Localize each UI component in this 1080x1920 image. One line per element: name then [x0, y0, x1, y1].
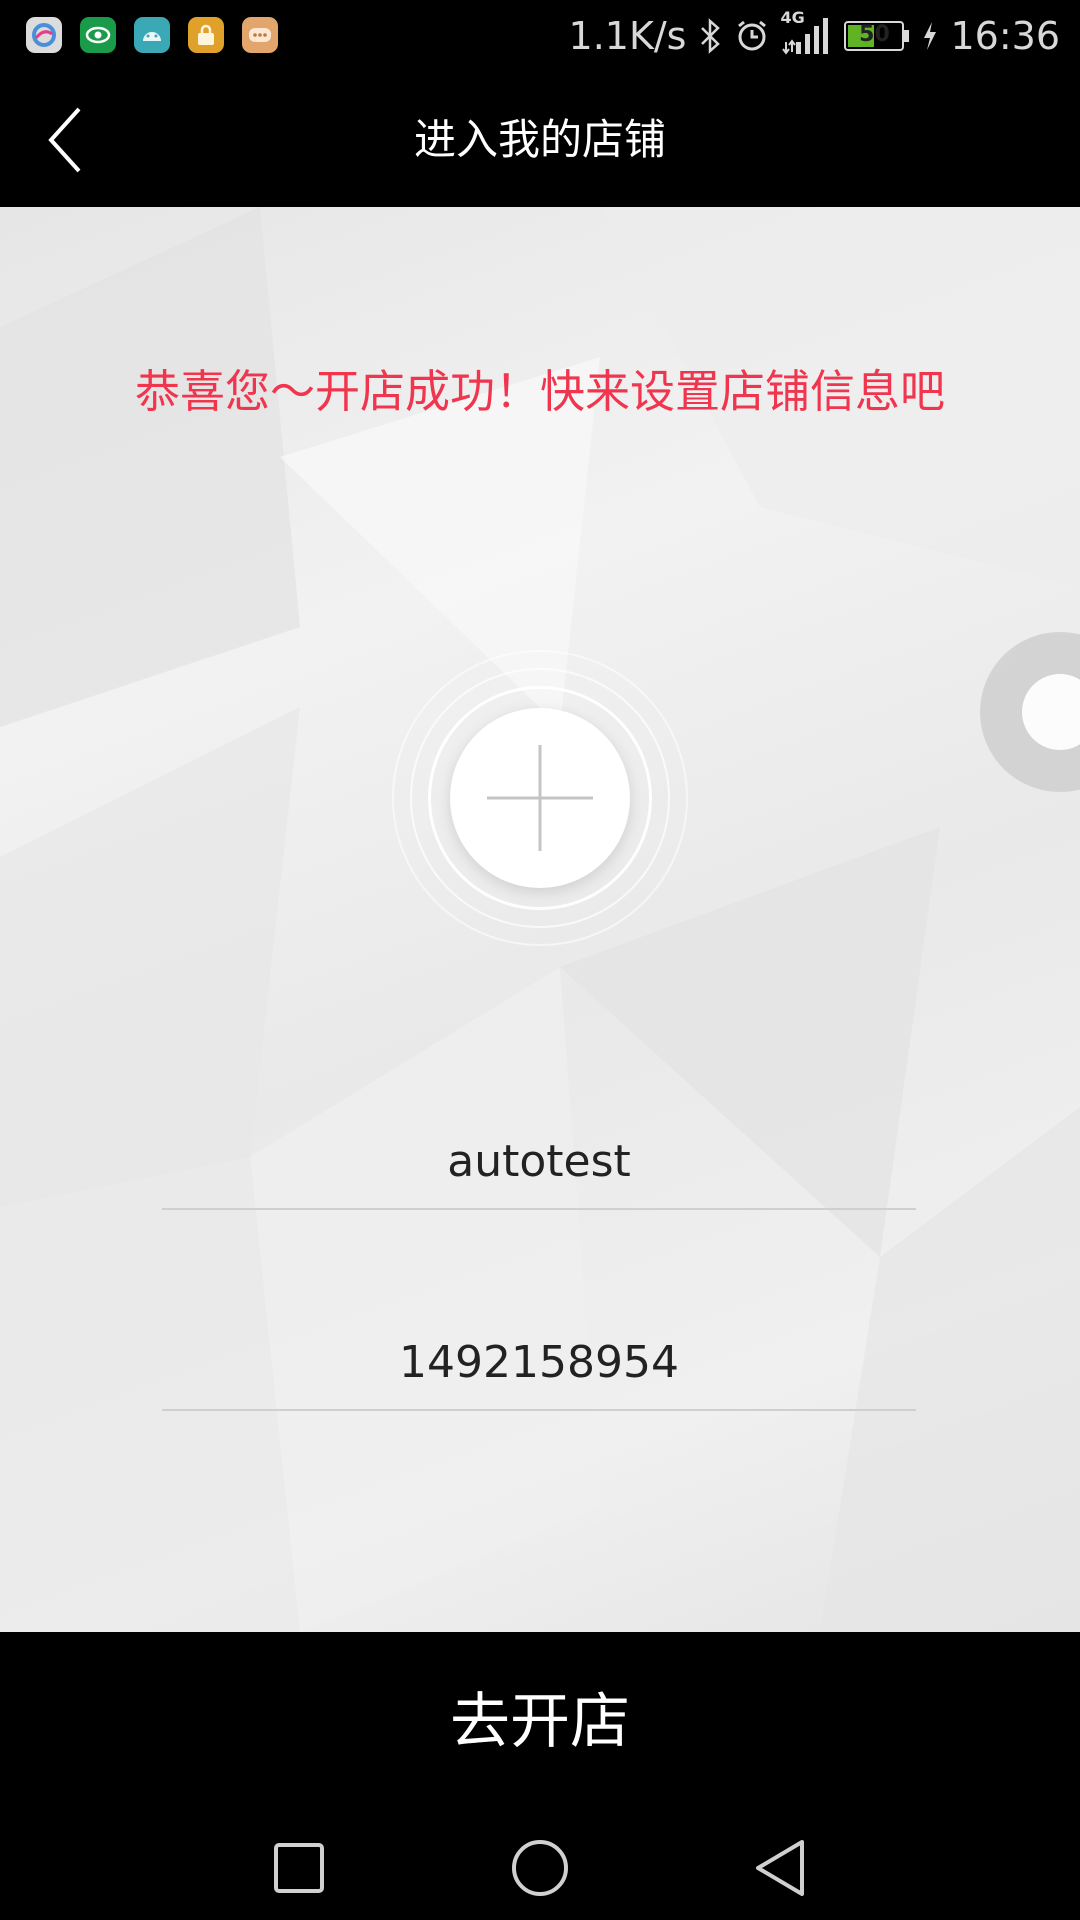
back-button[interactable] — [30, 98, 100, 182]
shop-name-field[interactable]: autotest — [162, 1114, 916, 1210]
top-bar: 进入我的店铺 — [0, 72, 1080, 207]
navigation-bar — [0, 1812, 1080, 1920]
chevron-left-icon — [48, 107, 81, 173]
status-bar: 1.1K/s 4G 50 16:36 — [0, 0, 1080, 72]
circle-icon — [512, 1840, 568, 1896]
eye-app-icon — [80, 17, 116, 53]
lock-app-icon — [188, 17, 224, 53]
network-type: 4G — [780, 8, 805, 27]
shop-avatar-uploader — [392, 650, 688, 946]
triangle-back-icon — [756, 1840, 804, 1896]
congrats-message: 恭喜您～开店成功！快来设置店铺信息吧 — [134, 365, 945, 418]
network-speed: 1.1K/s — [568, 14, 687, 58]
battery-level: 50 — [859, 22, 890, 47]
clock: 16:36 — [950, 14, 1060, 58]
shop-number-field[interactable]: 1492158954 — [162, 1315, 916, 1411]
android-app-icon — [134, 17, 170, 53]
notification-icons — [26, 17, 278, 53]
china-mobile-app-icon — [26, 17, 62, 53]
open-shop-button[interactable]: 去开店 — [0, 1632, 1080, 1812]
chat-app-icon — [242, 17, 278, 53]
add-shop-logo-button[interactable] — [450, 708, 630, 888]
plus-icon — [487, 745, 593, 851]
home-button[interactable] — [500, 1832, 580, 1904]
battery-icon: 50 — [844, 21, 910, 51]
recent-apps-button[interactable] — [259, 1832, 339, 1904]
square-icon — [274, 1843, 324, 1893]
back-nav-button[interactable] — [740, 1832, 820, 1904]
page-title: 进入我的店铺 — [413, 115, 666, 164]
bluetooth-icon — [698, 18, 722, 54]
charging-icon — [922, 21, 938, 51]
floating-ball-core — [1022, 674, 1080, 750]
shop-setup-panel: 恭喜您～开店成功！快来设置店铺信息吧 autotest 1492158954 — [0, 207, 1080, 1632]
status-indicators: 1.1K/s 4G 50 16:36 — [568, 8, 1060, 60]
signal-icon: 4G — [780, 8, 832, 56]
alarm-icon — [734, 18, 770, 54]
